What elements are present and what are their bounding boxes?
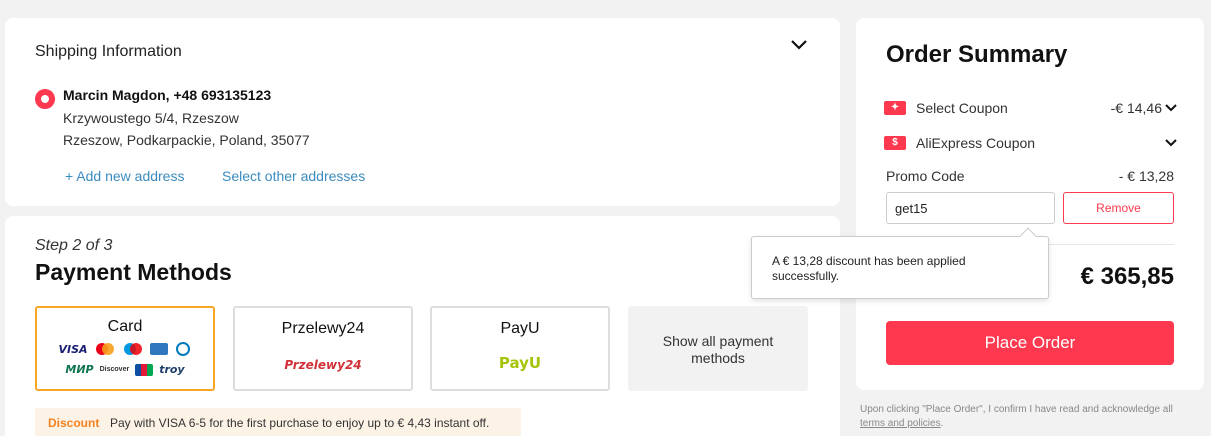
przelewy24-logo: Przelewy24 (284, 358, 362, 372)
diners-icon (175, 342, 190, 356)
discount-text: Pay with VISA 6-5 for the first purchase… (110, 416, 490, 430)
order-summary-title: Order Summary (886, 41, 1068, 68)
show-all-label: Show all payment methods (662, 333, 774, 366)
show-all-payment-methods-button[interactable]: Show all payment methods (628, 306, 808, 391)
legal-notice-text: Upon clicking "Place Order", I confirm I… (860, 404, 1173, 415)
aliexpress-coupon-label: AliExpress Coupon (916, 135, 1036, 151)
troy-logo: troy (159, 363, 185, 376)
select-coupon-row[interactable]: ✦ Select Coupon -€ 14,46 (884, 100, 1177, 120)
discover-logo: Discover (99, 366, 130, 373)
promo-code-value: - € 13,28 (1118, 168, 1174, 184)
card-logos-row-1: VISA (37, 342, 213, 356)
amex-icon (149, 343, 168, 355)
discount-banner: Discount Pay with VISA 6-5 for the first… (35, 408, 521, 436)
chevron-down-icon[interactable] (1164, 137, 1178, 149)
order-total: € 365,85 (1080, 263, 1174, 290)
payment-method-label: Przelewy24 (281, 320, 365, 337)
terms-link[interactable]: terms and policies (860, 418, 941, 429)
payu-logo: PayU (498, 354, 542, 372)
recipient-name: Marcin Magdon, +48 693135123 (63, 87, 272, 103)
payment-method-payu[interactable]: PayU PayU (430, 306, 610, 391)
visa-logo: VISA (58, 342, 88, 356)
address-radio[interactable] (35, 89, 55, 109)
address-line-2: Rzeszow, Podkarpackie, Poland, 35077 (63, 132, 310, 148)
dollar-coupon-icon: $ (884, 136, 906, 150)
payment-card: Step 2 of 3 Payment Methods Card VISA МИ… (5, 216, 840, 436)
order-summary-card: Order Summary ✦ Select Coupon -€ 14,46 $… (856, 18, 1204, 390)
remove-promo-button[interactable]: Remove (1063, 192, 1174, 224)
select-coupon-value: -€ 14,46 (1110, 100, 1162, 116)
tooltip-text: A € 13,28 discount has been applied succ… (772, 254, 966, 283)
select-coupon-label: Select Coupon (916, 100, 1008, 116)
coupon-icon: ✦ (884, 101, 906, 115)
shipping-title: Shipping Information (35, 43, 182, 60)
add-new-address-link[interactable]: + Add new address (65, 168, 184, 184)
promo-code-input[interactable] (886, 192, 1055, 224)
mir-logo: МИР (65, 363, 94, 376)
payment-method-label: Card (107, 318, 143, 335)
discount-tag: Discount (48, 416, 100, 430)
card-logos-row-2: МИР Discover troy (37, 363, 213, 376)
payment-method-card[interactable]: Card VISA МИР Discover troy (35, 306, 215, 391)
place-order-button[interactable]: Place Order (886, 321, 1174, 365)
legal-notice: Upon clicking "Place Order", I confirm I… (860, 403, 1205, 431)
maestro-icon (123, 343, 142, 355)
promo-code-label: Promo Code (886, 168, 965, 184)
mastercard-icon (95, 343, 114, 355)
select-other-addresses-link[interactable]: Select other addresses (222, 168, 365, 184)
chevron-down-icon[interactable] (788, 34, 810, 56)
shipping-card: Shipping Information Marcin Magdon, +48 … (5, 18, 840, 206)
jcb-icon (135, 363, 154, 376)
promo-success-tooltip: A € 13,28 discount has been applied succ… (751, 227, 1049, 299)
payment-title: Payment Methods (35, 259, 232, 285)
payment-method-przelewy24[interactable]: Przelewy24 Przelewy24 (233, 306, 413, 391)
terms-suffix: . (940, 418, 944, 429)
address-line-1: Krzywoustego 5/4, Rzeszow (63, 110, 239, 126)
payment-method-label: PayU (500, 320, 540, 337)
aliexpress-coupon-row[interactable]: $ AliExpress Coupon (884, 135, 1177, 155)
step-indicator: Step 2 of 3 (35, 237, 113, 254)
promo-code-row: Promo Code - € 13,28 (886, 168, 1174, 188)
chevron-down-icon[interactable] (1164, 102, 1178, 114)
